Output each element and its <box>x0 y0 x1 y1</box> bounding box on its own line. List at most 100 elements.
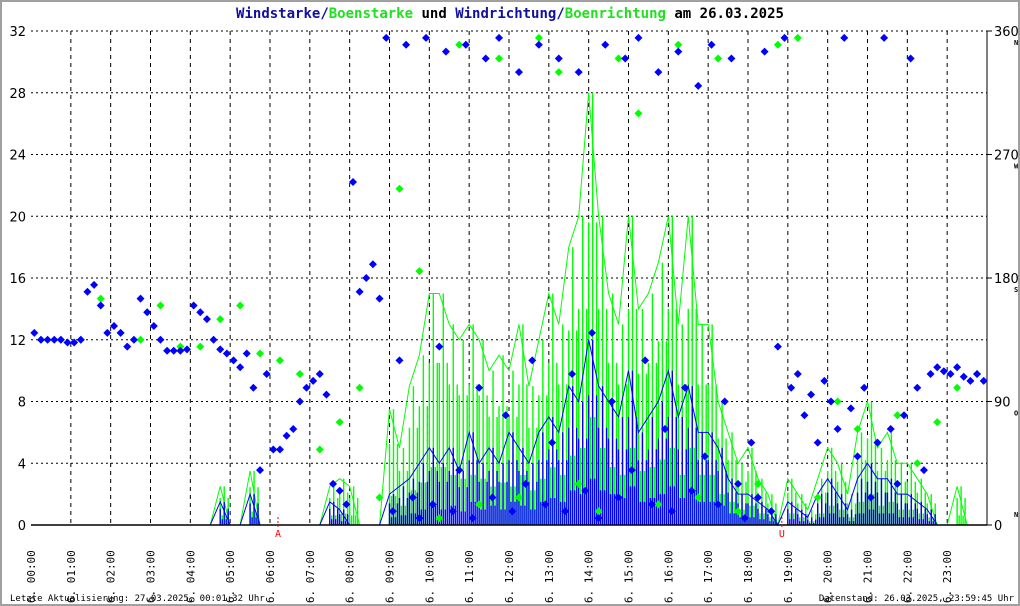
wind-direction-point <box>249 383 258 392</box>
wind-direction-point <box>196 308 205 317</box>
gust-direction-point <box>315 445 324 454</box>
wind-direction-point <box>455 466 464 475</box>
gust-direction-point <box>574 479 583 488</box>
wind-direction-point <box>906 54 915 63</box>
wind-direction-point <box>176 346 185 355</box>
gust-direction-point <box>295 370 304 379</box>
wind-direction-point <box>787 383 796 392</box>
wind-direction-point <box>236 363 245 372</box>
wind-direction-point <box>123 342 132 351</box>
compass-label: N <box>1014 511 1018 519</box>
wind-direction-point <box>189 301 198 310</box>
compass-label: W <box>1014 163 1018 171</box>
gust-direction-point <box>435 514 444 523</box>
gust-direction-point <box>933 418 942 427</box>
wind-direction-point <box>335 486 344 495</box>
wind-direction-point <box>402 40 411 49</box>
wind-direction-point <box>96 301 105 310</box>
wind-direction-point <box>979 376 988 385</box>
gust-speed-line <box>31 92 978 527</box>
y-tick-label: 24 <box>9 149 26 164</box>
plot-area: 04812162024283226. 00:00 26. 01:00 26. 02:… <box>9 25 1018 604</box>
y-tick-label: 12 <box>9 334 26 349</box>
x-tick-label: 26. 07:00 <box>304 550 317 604</box>
wind-direction-point <box>800 411 809 420</box>
y2-tick-label: 360 <box>994 25 1018 40</box>
wind-direction-point <box>614 493 623 502</box>
x-tick-label: 26. 19:00 <box>782 550 795 604</box>
wind-direction-point <box>966 376 975 385</box>
wind-direction-point <box>83 287 92 296</box>
x-tick-label: 26. 11:00 <box>463 550 476 604</box>
y-tick-label: 28 <box>9 87 26 102</box>
gust-direction-point <box>674 40 683 49</box>
wind-direction-point <box>919 466 928 475</box>
wind-direction-point <box>714 500 723 509</box>
wind-direction-point <box>109 322 118 331</box>
wind-direction-point <box>222 349 231 358</box>
gust-direction-point <box>953 383 962 392</box>
wind-direction-point <box>362 274 371 282</box>
y2-tick-label: 180 <box>994 272 1018 287</box>
wind-direction-point <box>753 493 762 502</box>
x-tick-label: 26. 15:00 <box>623 550 636 604</box>
gust-direction-point <box>216 315 225 324</box>
wind-direction-point <box>773 342 782 351</box>
wind-direction-point <box>415 514 424 523</box>
gust-direction-point <box>534 33 543 42</box>
wind-direction-point <box>707 40 716 49</box>
wind-direction-point <box>727 54 736 63</box>
wind-direction-point <box>953 363 962 372</box>
gust-direction-point <box>335 418 344 427</box>
gust-direction-point <box>495 54 504 63</box>
wind-direction-point <box>475 383 484 392</box>
wind-direction-point <box>422 33 431 42</box>
chart-frame: Windstarke/Boenstarke und Windrichtung/B… <box>0 0 1020 606</box>
x-tick-label: 26. 12:00 <box>503 550 516 604</box>
wind-direction-point <box>289 424 298 433</box>
compass-label: O <box>1014 410 1018 418</box>
wind-direction-point <box>90 280 99 289</box>
wind-direction-point <box>495 33 504 42</box>
last-update-text: Letzte Aktualisierung: 27.03.2025, 00:01… <box>10 594 265 604</box>
x-tick-label: 26. 09:00 <box>384 550 397 604</box>
x-tick-label: 26. 10:00 <box>423 550 436 604</box>
wind-direction-point <box>149 322 158 331</box>
wind-direction-point <box>634 33 643 42</box>
compass-label: S <box>1014 286 1018 294</box>
wind-direction-point <box>820 376 829 385</box>
wind-direction-point <box>136 294 145 303</box>
x-tick-label: 26. 18:00 <box>742 550 755 604</box>
wind-direction-point <box>302 383 311 392</box>
wind-direction-point <box>554 54 563 63</box>
gust-direction-point <box>734 507 743 516</box>
wind-direction-point <box>514 68 523 77</box>
gust-direction-point <box>913 459 922 468</box>
wind-direction-point <box>933 363 942 372</box>
gust-direction-point <box>714 54 723 63</box>
wind-direction-point <box>30 328 39 337</box>
wind-direction-point <box>813 438 822 447</box>
wind-direction-point <box>322 390 331 399</box>
wind-direction-point <box>621 54 630 63</box>
wind-direction-point <box>309 376 318 385</box>
wind-direction-point <box>435 342 444 351</box>
wind-direction-point <box>282 431 291 440</box>
gust-direction-point <box>475 500 484 509</box>
wind-direction-point <box>441 47 450 56</box>
wind-direction-point <box>315 370 324 379</box>
wind-direction-point <box>129 335 138 344</box>
wind-direction-point <box>840 33 849 42</box>
wind-direction-point <box>807 390 816 399</box>
wind-direction-point <box>216 345 225 354</box>
wind-direction-point <box>601 40 610 49</box>
wind-direction-point <box>860 383 869 392</box>
sun-marker-label: U <box>779 529 785 540</box>
gust-direction-point <box>773 40 782 49</box>
wind-direction-point <box>959 372 968 381</box>
wind-direction-point <box>973 370 982 379</box>
wind-direction-point <box>913 383 922 392</box>
gust-direction-point <box>156 301 165 310</box>
gust-direction-point <box>753 479 762 488</box>
wind-direction-point <box>116 328 125 337</box>
